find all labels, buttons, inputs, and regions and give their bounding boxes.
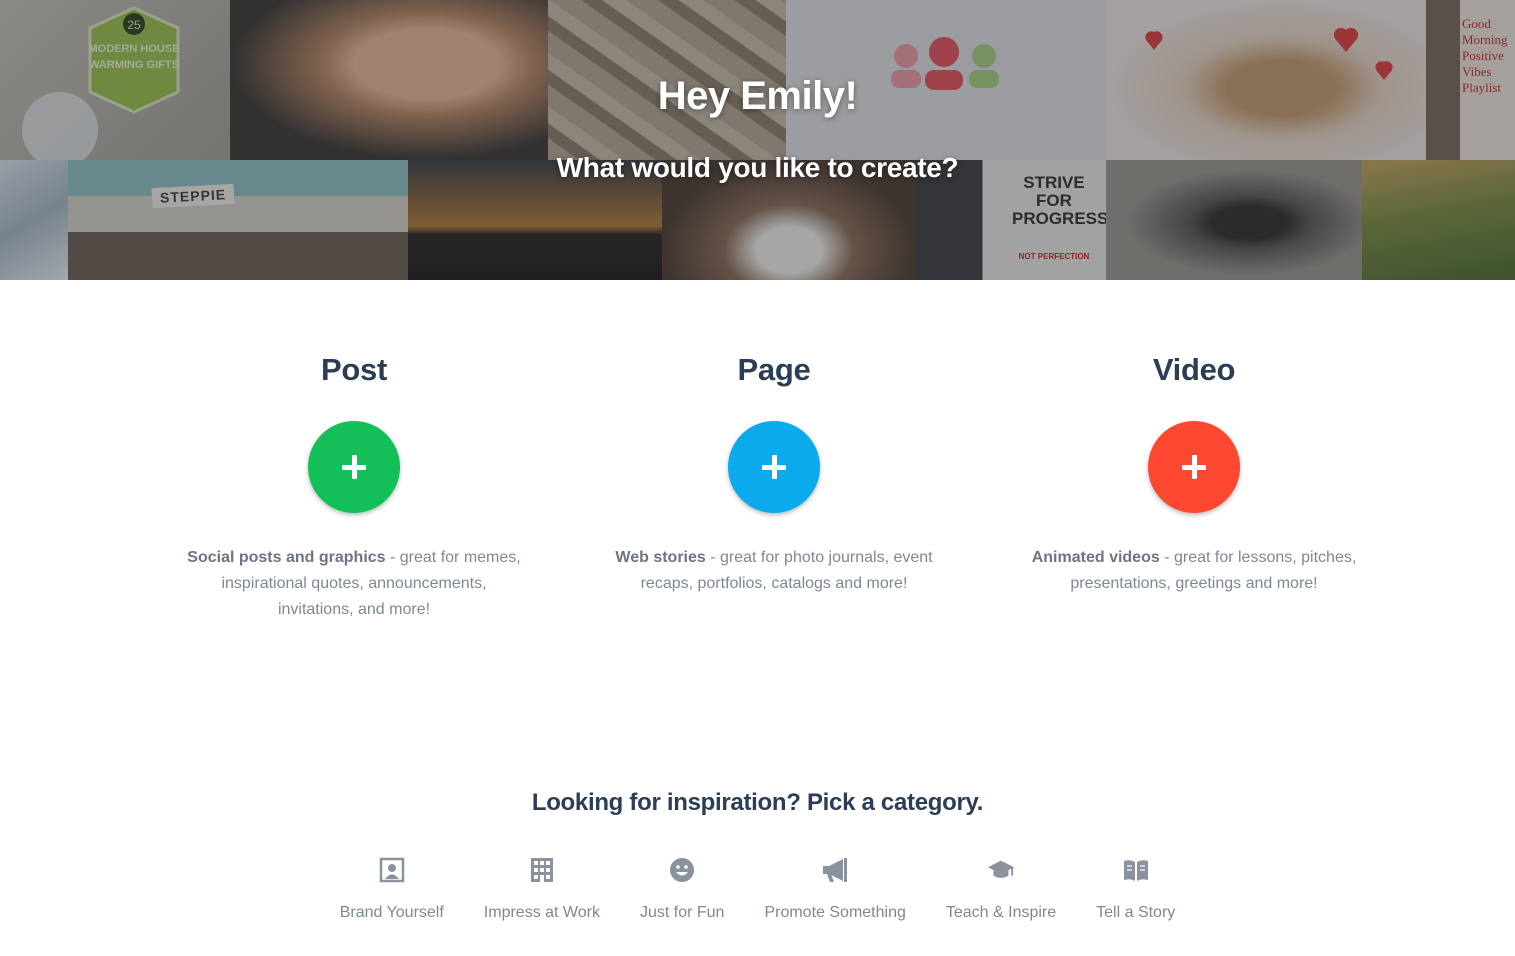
- page-option: Page Web stories - great for photo journ…: [584, 348, 964, 597]
- post-desc-strong: Social posts and graphics: [187, 549, 386, 566]
- category-label: Impress at Work: [483, 904, 600, 921]
- create-post-button[interactable]: [308, 421, 400, 513]
- category-label: Just for Fun: [639, 904, 725, 921]
- graduation-cap-icon: [987, 856, 1015, 884]
- create-video-button[interactable]: [1148, 421, 1240, 513]
- category-promote-something[interactable]: Promote Something: [764, 856, 906, 922]
- plus-icon-vertical: [351, 455, 357, 479]
- create-page-button[interactable]: [728, 421, 820, 513]
- category-just-for-fun[interactable]: Just for Fun: [640, 856, 724, 922]
- category-list: Brand Yourself Impress at Work Just for …: [0, 856, 1515, 922]
- video-desc-strong: Animated videos: [1031, 549, 1160, 566]
- page-description: Web stories - great for photo journals, …: [604, 545, 944, 597]
- video-option: Video Animated videos - great for lesson…: [1004, 348, 1384, 597]
- post-description: Social posts and graphics - great for me…: [184, 545, 524, 623]
- post-title: Post: [321, 352, 387, 387]
- megaphone-icon: [821, 856, 849, 884]
- page-desc-strong: Web stories: [615, 549, 706, 566]
- category-teach-inspire[interactable]: Teach & Inspire: [946, 856, 1056, 922]
- post-option: Post Social posts and graphics - great f…: [164, 348, 544, 623]
- hero-overlay: [0, 0, 1515, 280]
- inspiration-heading: Looking for inspiration? Pick a category…: [531, 789, 984, 816]
- smiley-icon: [668, 856, 696, 884]
- page-title: Page: [737, 352, 811, 387]
- book-icon: [1122, 856, 1150, 884]
- plus-icon-vertical: [1191, 455, 1197, 479]
- hero-banner: 25 MODERN HOUSE WARMING GIFTS Good Morni…: [0, 0, 1515, 280]
- building-icon: [528, 856, 556, 884]
- video-description: Animated videos - great for lessons, pit…: [1024, 545, 1364, 597]
- category-label: Teach & Inspire: [945, 904, 1057, 921]
- plus-icon-vertical: [771, 455, 777, 479]
- category-label: Promote Something: [764, 904, 906, 921]
- category-impress-at-work[interactable]: Impress at Work: [484, 856, 600, 922]
- video-title: Video: [1152, 352, 1236, 387]
- category-label: Tell a Story: [1096, 904, 1176, 921]
- greeting-heading: Hey Emily!: [657, 74, 858, 118]
- create-prompt: What would you like to create?: [556, 152, 959, 183]
- category-brand-yourself[interactable]: Brand Yourself: [340, 856, 444, 922]
- portrait-icon: [378, 856, 406, 884]
- category-tell-a-story[interactable]: Tell a Story: [1096, 856, 1175, 922]
- category-label: Brand Yourself: [339, 904, 444, 921]
